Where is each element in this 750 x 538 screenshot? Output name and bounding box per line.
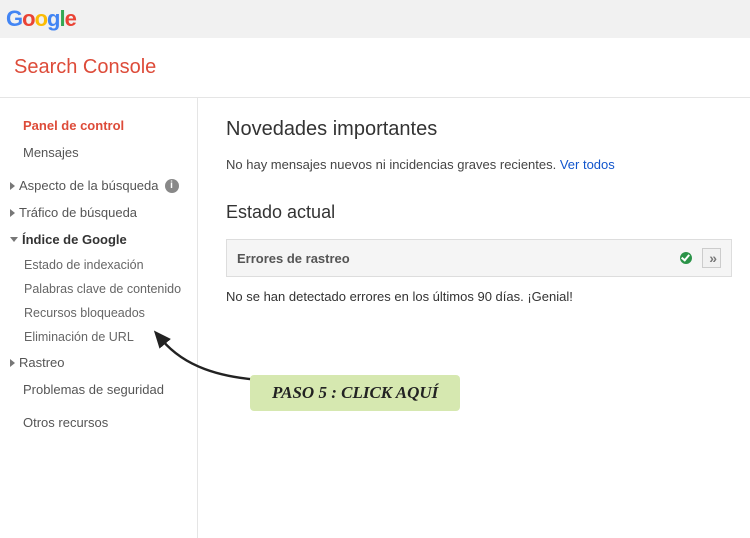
heading-status: Estado actual (226, 202, 732, 223)
layout: Panel de control Mensajes Aspecto de la … (0, 98, 750, 538)
sidebar: Panel de control Mensajes Aspecto de la … (0, 98, 198, 538)
sidebar-item-label: Índice de Google (22, 232, 127, 247)
annotation-callout: PASO 5 : CLICK AQUÍ (250, 375, 460, 411)
sidebar-item-messages[interactable]: Mensajes (0, 139, 197, 166)
sidebar-item-label: Problemas de seguridad (23, 382, 164, 397)
info-icon[interactable]: i (165, 179, 179, 193)
sidebar-item-label: Tráfico de búsqueda (19, 205, 137, 220)
sidebar-item-label: Otros recursos (23, 415, 108, 430)
caret-right-icon (10, 209, 15, 217)
caret-right-icon (10, 182, 15, 190)
chevron-right-icon: » (709, 250, 714, 266)
sidebar-item-panel[interactable]: Panel de control (0, 112, 197, 139)
caret-down-icon (10, 237, 18, 242)
google-logo: Google (6, 6, 76, 31)
sidebar-item-label: Mensajes (23, 145, 79, 160)
expand-button[interactable]: » (702, 248, 721, 268)
sidebar-subitem-content-keywords[interactable]: Palabras clave de contenido (0, 277, 197, 301)
no-messages-text: No hay mensajes nuevos ni incidencias gr… (226, 157, 732, 172)
heading-news: Novedades importantes (226, 118, 732, 141)
caret-right-icon (10, 359, 15, 367)
sidebar-subitem-url-removal[interactable]: Eliminación de URL (0, 325, 197, 349)
sidebar-item-label: Rastreo (19, 355, 65, 370)
sidebar-item-label: Panel de control (23, 118, 124, 133)
sidebar-subitem-blocked-resources[interactable]: Recursos bloqueados (0, 301, 197, 325)
sidebar-item-crawl[interactable]: Rastreo (0, 349, 197, 376)
sidebar-item-security[interactable]: Problemas de seguridad (0, 376, 197, 403)
sidebar-item-label: Aspecto de la búsqueda (19, 178, 159, 193)
sidebar-item-google-index[interactable]: Índice de Google (0, 226, 197, 253)
view-all-link[interactable]: Ver todos (560, 157, 615, 172)
sidebar-item-search-appearance[interactable]: Aspecto de la búsqueda i (0, 172, 197, 199)
sidebar-item-other[interactable]: Otros recursos (0, 409, 197, 436)
status-ok-text: No se han detectado errores en los últim… (226, 289, 732, 304)
title-bar: Search Console (0, 38, 750, 98)
sidebar-item-search-traffic[interactable]: Tráfico de búsqueda (0, 199, 197, 226)
main-content: Novedades importantes No hay mensajes nu… (198, 98, 750, 538)
app-title: Search Console (14, 56, 736, 79)
check-ok-icon (680, 252, 692, 264)
crawl-errors-panel[interactable]: Errores de rastreo » (226, 239, 732, 277)
sidebar-subitem-index-status[interactable]: Estado de indexación (0, 253, 197, 277)
crawl-errors-label: Errores de rastreo (237, 251, 680, 266)
top-bar: Google (0, 0, 750, 38)
